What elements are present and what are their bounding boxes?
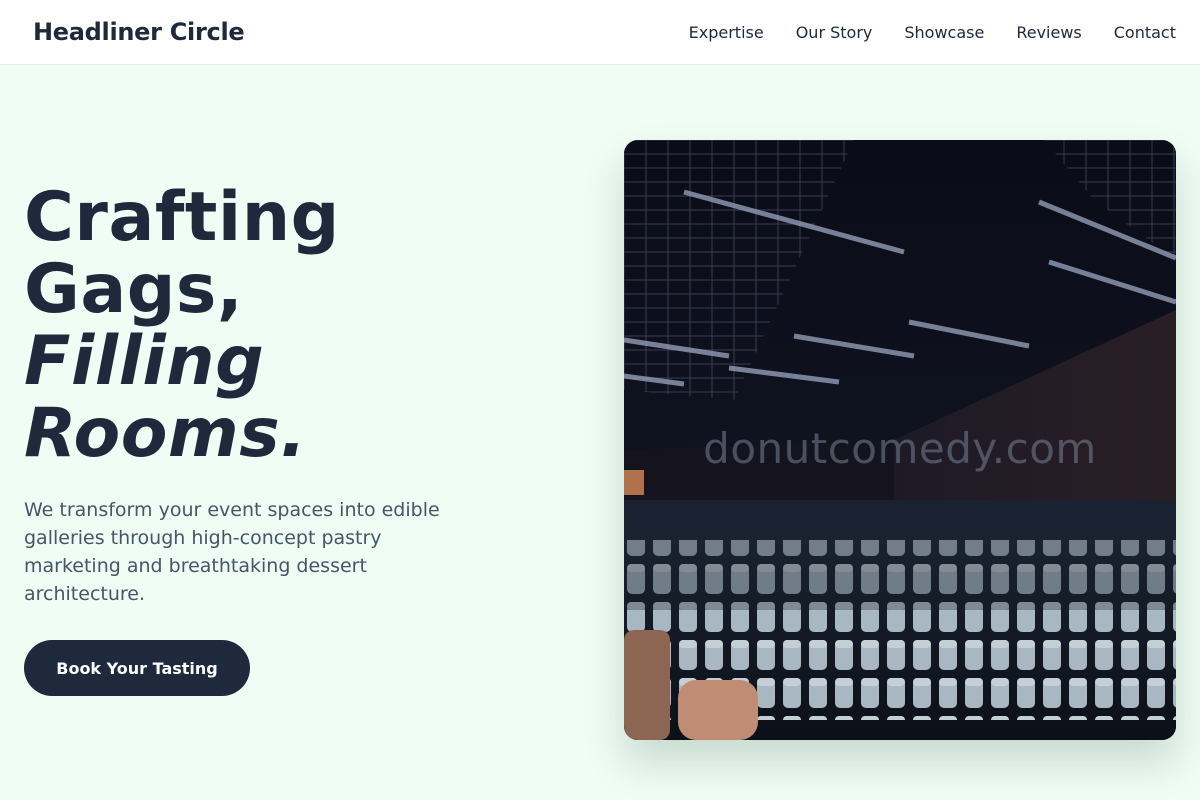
top-navbar: Headliner Circle Expertise Our Story Sho… [0,0,1200,65]
headline-line-1: Crafting [24,178,340,257]
hero-description: We transform your event spaces into edib… [24,499,440,605]
nav-links: Expertise Our Story Showcase Reviews Con… [657,23,1176,42]
hero-text: Crafting Gags, Filling Rooms. We transfo… [24,182,484,608]
nav-link-showcase[interactable]: Showcase [904,23,984,42]
image-watermark: donutcomedy.com [703,424,1097,473]
headline-line-4: Rooms. [24,394,307,473]
nav-link-contact[interactable]: Contact [1114,23,1176,42]
nav-link-expertise[interactable]: Expertise [689,23,764,42]
nav-link-reviews[interactable]: Reviews [1016,23,1081,42]
headline-line-3: Filling [24,322,265,401]
nav-link-our-story[interactable]: Our Story [796,23,873,42]
brand-logo[interactable]: Headliner Circle [33,18,245,46]
headline-line-2: Gags, [24,250,244,329]
book-tasting-button[interactable]: Book Your Tasting [24,640,250,696]
hero-headline: Crafting Gags, Filling Rooms. [24,182,484,470]
hero-image: donutcomedy.com [624,140,1176,740]
